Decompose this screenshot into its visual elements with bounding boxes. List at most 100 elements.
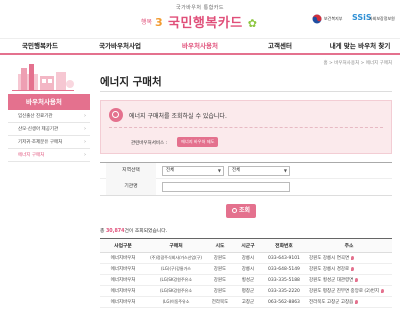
taegeuk-icon [312,14,322,24]
page-title: 에너지 구매처 [100,74,392,92]
store-icon [12,64,74,91]
cell-vendor: (LG)(구)강릉가스 [146,263,206,275]
cell-type: 에너지바우처 [100,285,146,297]
search-form: 지역선택 전체 ▼ 전체 ▼ 기관명 [100,162,392,196]
sidebar: 바우처사용처 임신출산 진료기관 › 산모·신생아 제공기관 › 기저귀·조제분… [8,60,90,162]
table-header-row: 사업구분 구매처 시도 시군구 전화번호 주소 [100,238,392,253]
svg-text:행복: 행복 [141,18,153,26]
svg-text:3: 3 [155,16,163,29]
ministry-logo[interactable]: 보건복지부 [312,14,342,24]
cell-phone: 033-335-2220 [262,285,306,297]
nav-item-happiness-card[interactable]: 국민행복카드 [0,39,80,53]
chevron-right-icon: › [84,139,86,145]
col-sigungu: 시군구 [234,238,262,253]
shop-illustration [8,60,90,94]
nav-item-voucher-places[interactable]: 바우처사용처 [160,39,240,53]
cell-sigungu: 강릉시 [234,252,262,264]
vendor-name-input[interactable] [162,182,290,192]
col-address: 주소 [306,238,392,253]
map-pin-icon[interactable] [355,299,359,304]
cell-phone: 033-335-5188 [262,274,306,286]
count-number: 30,874 [105,229,125,234]
name-label: 기관명 [106,179,156,195]
search-button-row: 조회 [100,196,392,226]
cell-sido: 전라북도 [206,296,234,308]
sidebar-item-energy-vendors[interactable]: 에너지 구매처 › [8,149,90,162]
address-text: 강원도 평창군 진부면 중앙로 (2)번지 [309,289,380,294]
count-prefix: 총 [100,229,105,234]
cell-vendor: (LG)SK강원주유소 [146,285,206,297]
sidebar-item-label: 산모·신생아 제공기관 [18,127,59,132]
site-logo[interactable]: 국가바우처 통합카드 행복 3 국민행복카드 ✿ [140,4,290,34]
info-text: 에너지 구매처를 조회하실 수 있습니다. [129,113,227,120]
cell-sido: 강원도 [206,274,234,286]
cell-sido: 강원도 [206,252,234,264]
chevron-down-icon: ▼ [217,168,221,173]
sigungu-select[interactable]: 전체 ▼ [228,166,290,176]
nav-item-customer-center[interactable]: 고객센터 [240,39,320,53]
sidebar-item-diaper-formula[interactable]: 기저귀·조제분유 구매처 › [8,136,90,149]
name-row: 기관명 [100,179,392,195]
logo-subtitle: 국가바우처 통합카드 [176,5,224,11]
map-pin-icon[interactable] [351,266,355,271]
cell-sigungu: 횡성군 [234,274,262,286]
search-button-label: 조회 [238,207,251,214]
logo-name: 국민행복카드 ✿ [168,16,258,31]
table-row: 에너지바우처 (LG)SK강원주유소 강원도 횡성군 033-335-5188 … [100,274,392,286]
cell-address: 전라북도 고창군 고창읍 [306,296,392,308]
ministry-name: 보건복지부 [324,16,343,21]
search-icon [231,208,237,213]
happiness-emblem-icon: 행복 3 [141,16,163,29]
table-row: 에너지바우처 (주)정광주식회사/가스산업(구) 강원도 강릉시 033-643… [100,252,392,264]
chevron-right-icon: › [84,113,86,119]
sidebar-item-maternity-clinics[interactable]: 임신출산 진료기관 › [8,110,90,123]
sidebar-item-newborn-providers[interactable]: 산모·신생아 제공기관 › [8,123,90,136]
cell-phone: 033-643-9101 [262,252,306,264]
results-table: 사업구분 구매처 시도 시군구 전화번호 주소 에너지바우처 (주)정광주식회사… [100,238,392,308]
search-button[interactable]: 조회 [226,204,256,218]
ssis-logo[interactable]: SSiS 사회보장정보원 [352,13,398,25]
address-text: 강원도 강릉시 경강로 [309,267,350,272]
nav-item-find-voucher[interactable]: 내게 맞는 바우처 찾기 [320,39,400,53]
cell-vendor: (주)정광주식회사/가스산업(구) [146,252,206,264]
cell-sigungu: 고창군 [234,296,262,308]
nav-item-voucher-programs[interactable]: 국가바우처사업 [80,39,160,53]
table-row: 에너지바우처 (LG)이동주유소 전라북도 고창군 063-562-8863 전… [100,296,392,308]
chevron-down-icon: ▼ [283,168,287,173]
region-row: 지역선택 전체 ▼ 전체 ▼ [100,163,392,179]
cell-vendor: (LG)SK강원주유소 [146,274,206,286]
map-pin-icon[interactable] [351,255,355,260]
info-box: 에너지 구매처를 조회하실 수 있습니다. 관련바우처서비스 : 에너지 바우처… [100,100,392,154]
cell-address: 강원도 강릉시 경강로 [306,263,392,275]
cell-sido: 강원도 [206,285,234,297]
cell-sigungu: 강릉시 [234,263,262,275]
sidebar-item-label: 기저귀·조제분유 구매처 [18,140,63,145]
search-icon [109,108,123,122]
cell-address: 강원도 평창군 진부면 중앙로 (2)번지 [306,285,392,297]
result-count: 총 30,874건이 조회되었습니다. [100,226,392,238]
main-nav: 국민행복카드 국가바우처사업 바우처사용처 고객센터 내게 맞는 바우처 찾기 [0,38,400,55]
col-vendor: 구매처 [146,238,206,253]
sigungu-select-value: 전체 [232,168,241,173]
ssis-name: 사회보장정보원 [369,16,395,21]
cell-phone: 033-648-5149 [262,263,306,275]
address-text: 강원도 횡성군 대관령면 [309,278,354,283]
table-row: 에너지바우처 (LG)(구)강릉가스 강원도 강릉시 033-648-5149 … [100,263,392,275]
map-pin-icon[interactable] [381,288,385,293]
cell-vendor: (LG)이동주유소 [146,296,206,308]
site-header: 국가바우처 통합카드 행복 3 국민행복카드 ✿ 보건복지부 SSiS 사회보장… [0,0,400,38]
divider [109,127,383,128]
sido-select[interactable]: 전체 ▼ [162,166,224,176]
map-pin-icon[interactable] [355,277,359,282]
related-service-link[interactable]: 에너지 바우처 제도 [177,137,219,147]
chevron-right-icon: › [84,152,86,158]
related-service-label: 관련바우처서비스 : [131,141,168,146]
cell-type: 에너지바우처 [100,296,146,308]
address-text: 전라북도 고창군 고창읍 [309,300,354,305]
sido-select-value: 전체 [166,168,175,173]
chevron-right-icon: › [84,126,86,132]
cell-type: 에너지바우처 [100,252,146,264]
table-row: 에너지바우처 (LG)SK강원주유소 강원도 평창군 033-335-2220 … [100,285,392,297]
address-text: 강원도 강릉시 연곡면 [309,256,350,261]
region-label: 지역선택 [106,163,156,179]
